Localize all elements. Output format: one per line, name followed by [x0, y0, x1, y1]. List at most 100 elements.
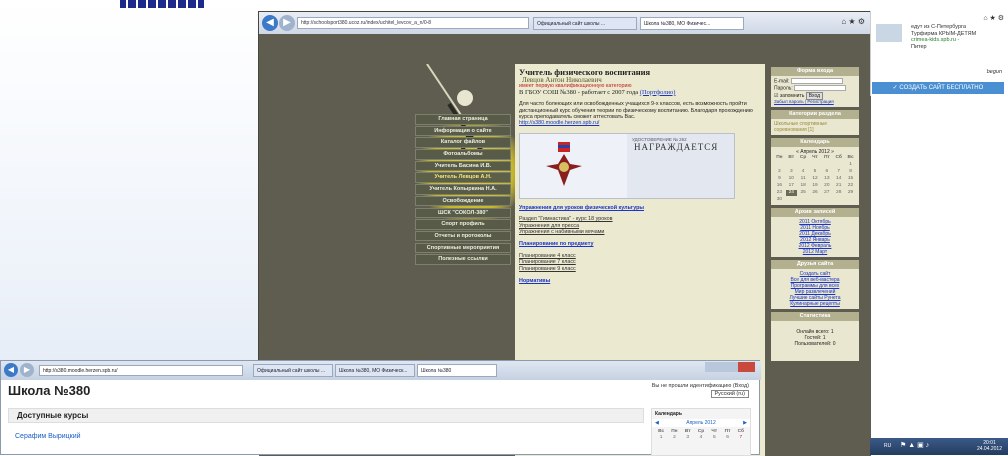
ad-thumbnail[interactable]	[876, 24, 902, 42]
browser-window-moodle: ◀ ▶ http://s380.moodle.herzen.spb.ru/ Оф…	[0, 360, 761, 456]
menu-item-home[interactable]: Главная страница	[415, 114, 511, 125]
course-link[interactable]: Серафим Вырицкий	[15, 433, 81, 440]
calendar-date[interactable]: 2	[774, 169, 785, 175]
moodle-calendar-date[interactable]: 7	[735, 435, 747, 440]
portfolio-link[interactable]: (Портфолио)	[640, 89, 676, 96]
menu-item-kopyrkina[interactable]: Учитель Копыркина Н.А.	[415, 184, 511, 195]
forgot-register-link[interactable]: Забыл пароль | Регистрация	[774, 99, 856, 105]
calendar-date[interactable]: 12	[810, 176, 821, 182]
back-icon[interactable]: ◀	[262, 15, 278, 31]
calendar-date[interactable]: 20	[821, 183, 832, 189]
calendar-date[interactable]: 11	[798, 176, 809, 182]
back-icon[interactable]: ◀	[4, 363, 18, 377]
moodle-calendar-date[interactable]: 2	[668, 435, 680, 440]
moodle-calendar-date[interactable]: 6	[721, 435, 733, 440]
calendar-date[interactable]: 15	[845, 176, 856, 182]
tab-school-mo-2[interactable]: Школа №380, МО Физическ...	[335, 364, 415, 377]
language-select[interactable]: Русский (ru)	[710, 390, 749, 398]
language-indicator[interactable]: RU	[884, 443, 891, 449]
calendar-date	[833, 162, 844, 168]
calendar-date[interactable]: 9	[774, 176, 785, 182]
create-site-button[interactable]: ✓ СОЗДАТЬ САЙТ БЕСПЛАТНО	[872, 82, 1004, 94]
password-label: Пароль:	[774, 85, 793, 92]
menu-item-exemption[interactable]: Освобождение	[415, 195, 511, 207]
address-bar-2[interactable]: http://s380.moodle.herzen.spb.ru/	[39, 365, 243, 376]
moodle-calendar-date[interactable]: 3	[682, 435, 694, 440]
calendar-date[interactable]: 28	[833, 190, 844, 196]
calendar-date[interactable]: 21	[833, 183, 844, 189]
tray-icons[interactable]: ⚑ ▲ ▣ ♪	[900, 441, 929, 449]
moodle-calendar-date[interactable]: 4	[695, 435, 707, 440]
window-controls[interactable]	[705, 362, 755, 372]
clock[interactable]: 20:01 24.04.2012	[977, 440, 1002, 452]
calendar-date[interactable]: 24	[785, 189, 797, 196]
moodle-calendar-date[interactable]: 5	[708, 435, 720, 440]
calendar-date[interactable]: 1	[845, 162, 856, 168]
calendar-date	[810, 162, 821, 168]
calendar-date[interactable]: 30	[774, 197, 785, 203]
section-exercises[interactable]: Упражнения для уроков физической культур…	[519, 205, 761, 211]
login-status[interactable]: Вы не прошли идентификацию (Вход)	[652, 383, 749, 389]
calendar-date[interactable]: 10	[786, 176, 797, 182]
tab-school-official[interactable]: Официальный сайт школы ...	[533, 17, 637, 30]
calendar-date[interactable]: 29	[845, 190, 856, 196]
tab-school-official-2[interactable]: Официальный сайт школы ...	[253, 364, 333, 377]
moodle-day-header: Ср	[697, 429, 705, 434]
menu-item-links[interactable]: Полезные ссылки	[415, 254, 511, 265]
link-plan-9[interactable]: Планирование 9 класс	[519, 266, 761, 272]
calendar-date[interactable]: 19	[810, 183, 821, 189]
menu-item-files[interactable]: Каталог файлов	[415, 137, 511, 148]
ad-signature: begun	[986, 69, 1002, 75]
calendar-date	[798, 162, 809, 168]
tab-school-380[interactable]: Школа №380, МО Физичес...	[640, 17, 744, 30]
calendar-date[interactable]: 26	[810, 190, 821, 196]
calendar-date[interactable]: 5	[810, 169, 821, 175]
password-input[interactable]	[794, 85, 847, 92]
next-month-icon[interactable]: ▶	[743, 420, 747, 426]
section-planning[interactable]: Планирование по предмету	[519, 241, 761, 247]
menu-item-sport-profile[interactable]: Спорт профиль	[415, 219, 511, 230]
moodle-day-header: Сб	[737, 429, 745, 434]
calendar-date[interactable]: 6	[821, 169, 832, 175]
menu-item-about[interactable]: Информация о сайте	[415, 125, 511, 137]
tab-school-380-moodle[interactable]: Школа №380	[417, 364, 497, 377]
menu-item-sokol[interactable]: ШСК "СОКОЛ-380"	[415, 207, 511, 218]
menu-item-events[interactable]: Спортивные мероприятия	[415, 242, 511, 254]
calendar-date[interactable]: 23	[774, 190, 785, 196]
archive-list: 2011 Октябрь 2011 Ноябрь 2011 Декабрь 20…	[771, 216, 859, 257]
ad-toolbar-icons[interactable]: ⌂ ★ ⚙	[983, 14, 1004, 22]
calendar-date[interactable]: 25	[798, 190, 809, 196]
calendar-date[interactable]: 4	[798, 169, 809, 175]
forward-icon[interactable]: ▶	[20, 363, 34, 377]
menu-item-basina[interactable]: Учитель Басина И.В.	[415, 160, 511, 172]
friend-link[interactable]: Кулинарные рецепты	[774, 301, 856, 307]
moodle-calendar-date[interactable]: 1	[655, 435, 667, 440]
calendar-date[interactable]: 22	[845, 183, 856, 189]
link-medicine-balls[interactable]: Упражнения с набивными мячами	[519, 229, 761, 235]
calendar-date[interactable]: 27	[821, 190, 832, 196]
menu-item-reports[interactable]: Отчеты и протоколы	[415, 230, 511, 242]
archive-item[interactable]: 2012 Март	[774, 249, 856, 255]
address-bar[interactable]: http://schoolsport380.ucoz.ru/index/uchi…	[297, 17, 529, 29]
moodle-link[interactable]: http://s380.moodle.herzen.spb.ru/	[519, 120, 761, 126]
calendar-date[interactable]: 14	[833, 176, 844, 182]
section-norms[interactable]: Нормативы	[519, 278, 761, 284]
prev-month-icon[interactable]: ◀	[655, 420, 659, 426]
calendar-date[interactable]: 16	[774, 183, 785, 189]
calendar-date[interactable]: 3	[786, 169, 797, 175]
remember-checkbox[interactable]: ☑	[774, 93, 778, 99]
ad-text[interactable]: едут из С-Петербурга Турфирма КРЫМ-ДЕТЯМ…	[911, 24, 976, 50]
home-star-gear-icons[interactable]: ⌂ ★ ⚙	[841, 17, 865, 26]
calendar-date[interactable]: 17	[786, 183, 797, 189]
calendar-date[interactable]: 18	[798, 183, 809, 189]
calendar-date[interactable]: 13	[821, 176, 832, 182]
forward-icon[interactable]: ▶	[279, 15, 295, 31]
moodle-calendar-month[interactable]: Апрель 2012	[686, 420, 715, 426]
menu-item-levtsov[interactable]: Учитель Левцов А.Н.	[415, 172, 511, 183]
calendar-date[interactable]: 8	[845, 169, 856, 175]
email-input[interactable]	[790, 78, 843, 84]
category-item[interactable]: Школьные спортивные соревнования [1]	[771, 118, 859, 135]
calendar-date[interactable]: 7	[833, 169, 844, 175]
menu-item-photos[interactable]: Фотоальбомы	[415, 149, 511, 160]
moodle-day-header: Чт	[711, 429, 718, 434]
